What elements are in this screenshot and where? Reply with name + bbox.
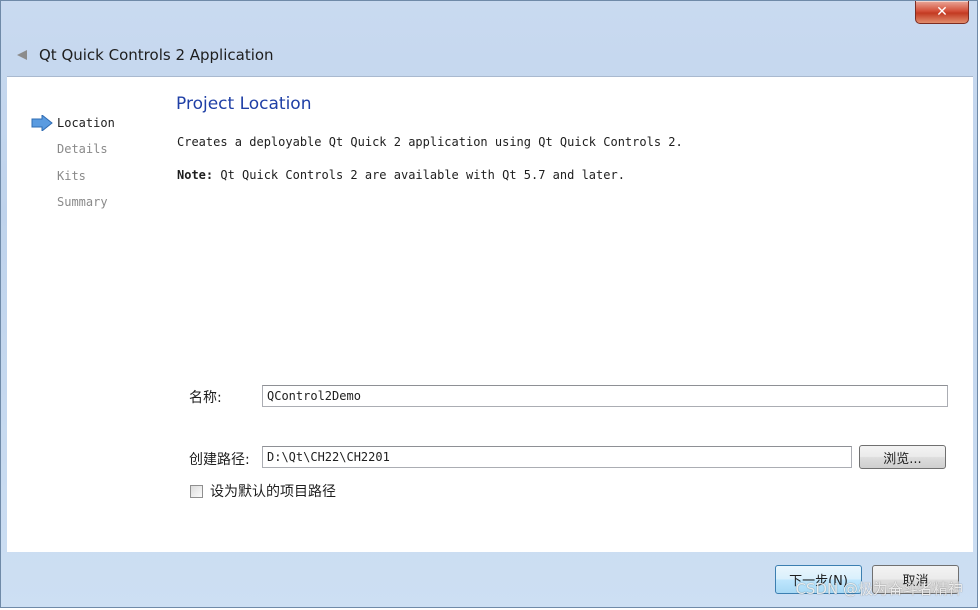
wizard-footer: 下一步(N) 取消 — [7, 552, 973, 604]
page-title: Project Location — [176, 94, 312, 114]
default-path-option[interactable]: 设为默认的项目路径 — [190, 481, 336, 501]
note-text: Qt Quick Controls 2 are available with Q… — [213, 168, 625, 182]
step-summary: Summary — [57, 195, 108, 209]
path-label: 创建路径: — [189, 452, 250, 468]
name-input[interactable]: QControl2Demo — [262, 385, 948, 407]
note-label: Note: — [177, 168, 214, 182]
back-arrow-icon[interactable] — [15, 48, 29, 62]
wizard-content: Location Details Kits Summary Project Lo… — [7, 76, 973, 552]
next-button[interactable]: 下一步(N) — [775, 565, 862, 594]
step-kits: Kits — [57, 169, 86, 183]
step-list: Location Details Kits Summary — [7, 77, 167, 552]
page-description: Creates a deployable Qt Quick 2 applicat… — [177, 135, 683, 149]
default-path-label: 设为默认的项目路径 — [210, 484, 336, 500]
default-path-checkbox[interactable] — [190, 484, 203, 498]
title-bar: ✕ — [1, 1, 977, 31]
close-icon: ✕ — [936, 4, 948, 20]
wizard-window: ✕ Qt Quick Controls 2 Application Locati… — [0, 0, 978, 608]
current-step-arrow-icon — [31, 113, 53, 133]
browse-button[interactable]: 浏览... — [859, 445, 946, 469]
path-input[interactable]: D:\Qt\CH22\CH2201 — [262, 446, 852, 468]
name-label: 名称: — [189, 390, 222, 406]
close-button[interactable]: ✕ — [915, 1, 969, 24]
cancel-button[interactable]: 取消 — [872, 565, 959, 594]
step-details: Details — [57, 142, 108, 156]
window-title: Qt Quick Controls 2 Application — [39, 46, 274, 64]
wizard-header: Qt Quick Controls 2 Application — [7, 35, 973, 75]
step-location: Location — [57, 116, 115, 130]
page-note: Note: Qt Quick Controls 2 are available … — [177, 168, 625, 182]
